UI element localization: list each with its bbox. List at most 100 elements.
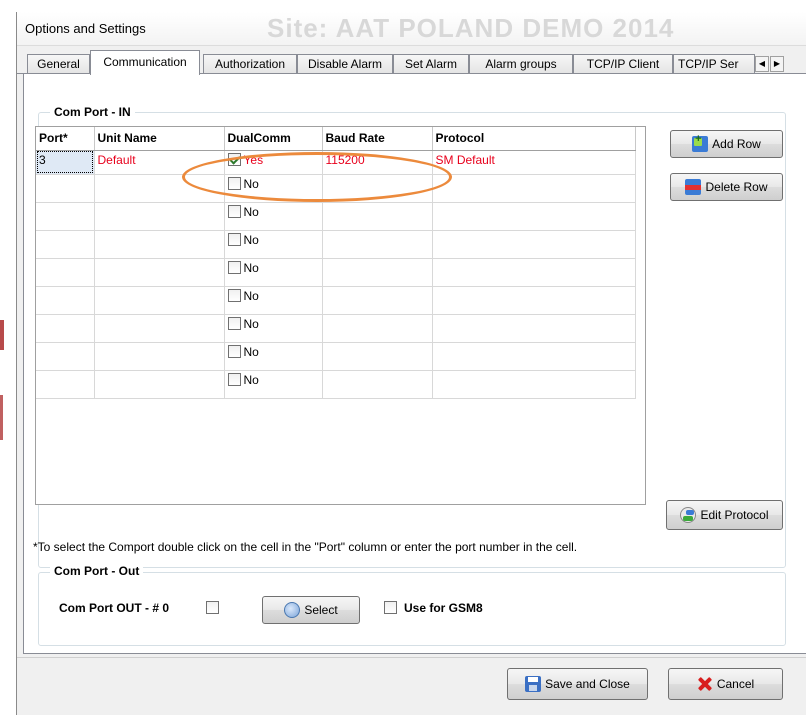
tab-strip: General Communication Authorization Disa…	[17, 50, 806, 75]
select-button[interactable]: Select	[262, 596, 360, 624]
unit-name-cell[interactable]	[94, 202, 225, 231]
tab-scroll-left-button[interactable]: ◀	[755, 56, 769, 72]
dualcomm-checkbox[interactable]	[227, 177, 241, 190]
delete-row-button[interactable]: Delete Row	[670, 173, 783, 201]
table-row[interactable]: No	[36, 174, 636, 203]
protocol-cell[interactable]	[432, 174, 636, 203]
column-header-baud-rate[interactable]: Baud Rate	[322, 127, 433, 151]
port-cell[interactable]	[36, 258, 95, 287]
dualcomm-toggle[interactable]: Yes	[227, 153, 263, 167]
dualcomm-toggle[interactable]: No	[227, 345, 259, 359]
protocol-cell[interactable]	[432, 286, 636, 315]
options-window: Site: AAT POLAND DEMO 2014 Options and S…	[16, 12, 806, 715]
column-header-port[interactable]: Port*	[36, 127, 95, 151]
dualcomm-toggle[interactable]: No	[227, 232, 259, 247]
dualcomm-checkbox[interactable]	[227, 317, 241, 330]
table-row[interactable]: No	[36, 230, 636, 259]
port-cell[interactable]	[36, 286, 95, 315]
port-cell[interactable]: 3	[36, 150, 95, 175]
dualcomm-cell[interactable]: No	[224, 286, 323, 315]
table-row[interactable]: No	[36, 370, 636, 399]
protocol-cell[interactable]	[432, 342, 636, 371]
dualcomm-toggle[interactable]: No	[227, 289, 259, 303]
tab-disable-alarm[interactable]: Disable Alarm	[297, 54, 393, 74]
com-port-in-grid[interactable]: Port* Unit Name DualComm Baud Rate Proto…	[35, 126, 646, 505]
unit-name-cell[interactable]	[94, 174, 225, 203]
unit-name-cell[interactable]	[94, 258, 225, 287]
tab-tcpip-server[interactable]: TCP/IP Ser	[673, 54, 755, 74]
baud-rate-cell[interactable]	[322, 370, 433, 399]
dualcomm-cell[interactable]: No	[224, 174, 323, 203]
save-and-close-button[interactable]: Save and Close	[507, 668, 648, 700]
baud-rate-cell[interactable]	[322, 314, 433, 343]
baud-rate-cell[interactable]	[322, 174, 433, 203]
tab-scroll-right-button[interactable]: ▶	[770, 56, 784, 72]
protocol-cell[interactable]	[432, 230, 636, 259]
baud-rate-cell[interactable]	[322, 230, 433, 259]
cancel-button[interactable]: Cancel	[668, 668, 783, 700]
tab-alarm-groups[interactable]: Alarm groups	[469, 54, 573, 74]
protocol-cell[interactable]	[432, 258, 636, 287]
dualcomm-toggle[interactable]: No	[227, 177, 259, 191]
unit-name-cell[interactable]	[94, 230, 225, 259]
dualcomm-cell[interactable]: No	[224, 314, 323, 343]
dualcomm-toggle[interactable]: No	[227, 373, 259, 387]
unit-name-cell[interactable]	[94, 342, 225, 371]
protocol-cell[interactable]: SM Default	[432, 150, 636, 175]
add-row-button[interactable]: Add Row	[670, 130, 783, 158]
protocol-cell[interactable]	[432, 314, 636, 343]
protocol-cell[interactable]	[432, 202, 636, 231]
unit-name-cell[interactable]	[94, 370, 225, 399]
column-header-protocol[interactable]: Protocol	[432, 127, 636, 151]
port-cell[interactable]	[36, 342, 95, 371]
dualcomm-checkbox[interactable]	[227, 233, 241, 246]
baud-rate-cell[interactable]	[322, 258, 433, 287]
dualcomm-checkbox[interactable]	[227, 205, 241, 218]
title-bar[interactable]: Site: AAT POLAND DEMO 2014 Options and S…	[17, 12, 806, 46]
table-row[interactable]: 3 Default Yes 115200 SM Default	[36, 150, 636, 175]
com-port-out-checkbox[interactable]	[206, 601, 219, 614]
baud-rate-cell[interactable]	[322, 342, 433, 371]
dualcomm-toggle[interactable]: No	[227, 205, 259, 219]
dualcomm-cell[interactable]: No	[224, 230, 323, 259]
port-cell[interactable]	[36, 202, 95, 231]
unit-name-cell[interactable]	[94, 314, 225, 343]
port-cell[interactable]	[36, 370, 95, 399]
unit-name-cell[interactable]	[94, 286, 225, 315]
baud-rate-cell[interactable]: 115200	[322, 150, 433, 175]
tab-authorization[interactable]: Authorization	[203, 54, 297, 74]
tab-general[interactable]: General	[27, 54, 90, 74]
dualcomm-cell[interactable]: No	[224, 202, 323, 231]
baud-rate-cell[interactable]	[322, 286, 433, 315]
tab-set-alarm[interactable]: Set Alarm	[393, 54, 469, 74]
table-row[interactable]: No	[36, 258, 636, 287]
dualcomm-cell[interactable]: No	[224, 370, 323, 399]
dualcomm-cell[interactable]: No	[224, 258, 323, 287]
column-header-dualcomm[interactable]: DualComm	[224, 127, 323, 151]
tab-communication[interactable]: Communication	[90, 50, 200, 75]
dualcomm-checkbox[interactable]	[227, 345, 241, 358]
unit-name-cell[interactable]: Default	[94, 150, 225, 175]
dualcomm-checkbox[interactable]	[227, 261, 241, 274]
use-for-gsm8-checkbox[interactable]	[384, 601, 397, 614]
port-cell[interactable]	[36, 314, 95, 343]
dualcomm-checkbox[interactable]	[227, 153, 241, 166]
edit-protocol-button[interactable]: Edit Protocol	[666, 500, 783, 530]
table-row[interactable]: No	[36, 342, 636, 371]
dualcomm-cell[interactable]: No	[224, 342, 323, 371]
table-row[interactable]: No	[36, 286, 636, 315]
baud-rate-cell[interactable]	[322, 202, 433, 231]
dualcomm-checkbox[interactable]	[227, 289, 241, 302]
table-row[interactable]: No	[36, 314, 636, 343]
port-cell[interactable]	[36, 174, 95, 203]
dualcomm-value: No	[243, 232, 259, 247]
tab-tcpip-client[interactable]: TCP/IP Client	[573, 54, 673, 74]
dualcomm-cell[interactable]: Yes	[224, 150, 323, 175]
dualcomm-checkbox[interactable]	[227, 373, 241, 386]
protocol-cell[interactable]	[432, 370, 636, 399]
dualcomm-toggle[interactable]: No	[227, 317, 259, 331]
column-header-unit-name[interactable]: Unit Name	[94, 127, 225, 151]
table-row[interactable]: No	[36, 202, 636, 231]
dualcomm-toggle[interactable]: No	[227, 261, 259, 275]
port-cell[interactable]	[36, 230, 95, 259]
